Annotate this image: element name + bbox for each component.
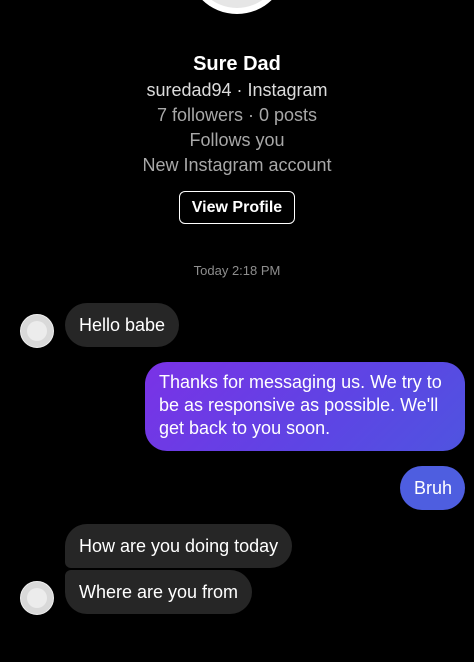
sender-avatar-image (27, 321, 47, 341)
outgoing-message-bubble[interactable]: Thanks for messaging us. We try to be as… (145, 362, 465, 451)
outgoing-message-bubble[interactable]: Bruh (400, 466, 466, 510)
sender-avatar[interactable] (20, 314, 54, 348)
profile-follows-you: Follows you (189, 130, 285, 150)
sender-avatar[interactable] (20, 581, 54, 615)
profile-handle: suredad94 · Instagram (146, 80, 328, 100)
incoming-message-bubble[interactable]: Hello babe (65, 303, 180, 347)
profile-account-note: New Instagram account (142, 155, 332, 175)
incoming-message-bubble[interactable]: How are you doing today (65, 524, 293, 568)
incoming-message-bubble[interactable]: Where are you from (65, 570, 253, 614)
profile-stats: 7 followers · 0 posts (156, 105, 318, 125)
profile-avatar-image (193, 0, 281, 8)
profile-avatar[interactable] (187, 0, 287, 14)
profile-name: Sure Dad (193, 53, 281, 75)
sender-avatar-image (27, 588, 47, 608)
view-profile-button[interactable]: View Profile (179, 191, 295, 224)
message-timestamp: Today 2:18 PM (193, 263, 281, 278)
